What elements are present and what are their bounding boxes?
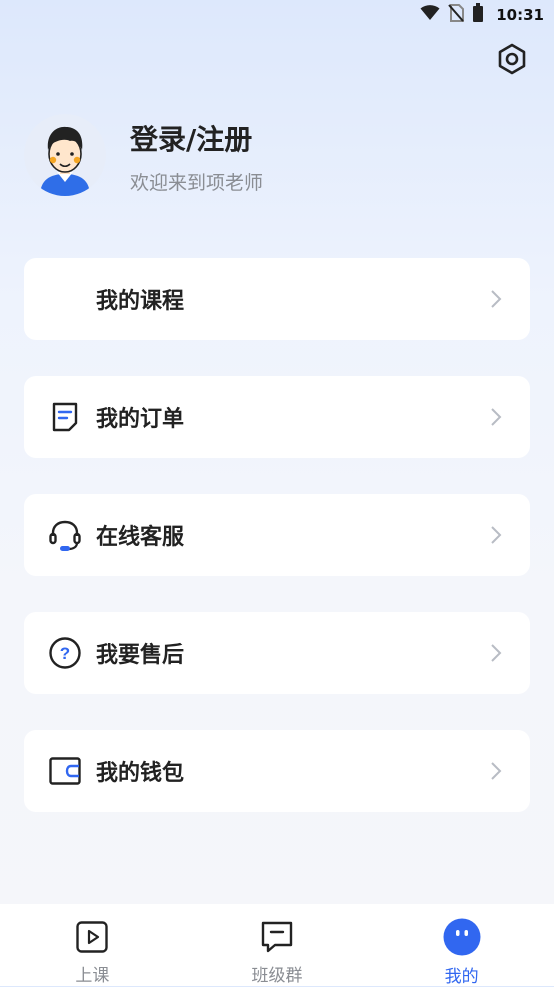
menu-item-online-service[interactable]: 在线客服 (24, 494, 530, 576)
tab-label: 上课 (75, 966, 110, 986)
chevron-right-icon (490, 289, 502, 313)
wifi-icon (420, 5, 440, 25)
login-register-link[interactable]: 登录/注册 (130, 118, 252, 158)
chevron-right-icon (490, 643, 502, 667)
menu-item-label: 我的课程 (96, 289, 185, 314)
tab-label: 班级群 (251, 966, 303, 986)
profile-header: 登录/注册 欢迎来到项老师 (24, 114, 524, 204)
menu-item-label: 我要售后 (96, 643, 185, 668)
order-icon (48, 400, 82, 434)
menu-item-label: 在线客服 (96, 525, 185, 550)
status-time: 10:31 (496, 6, 544, 24)
chevron-right-icon (490, 407, 502, 431)
battery-icon (472, 3, 484, 27)
avatar-illustration (40, 126, 90, 196)
menu-item-wallet[interactable]: 我的钱包 (24, 730, 530, 812)
headset-icon (48, 518, 82, 552)
play-icon (73, 918, 111, 955)
menu-item-label: 我的订单 (96, 407, 185, 432)
bottom-tab-bar: 上课 班级群 我的 (0, 904, 554, 987)
avatar[interactable] (24, 114, 106, 196)
chevron-right-icon (490, 761, 502, 785)
menu-item-my-orders[interactable]: 我的订单 (24, 376, 530, 458)
settings-button[interactable] (493, 42, 531, 80)
welcome-text: 欢迎来到项老师 (130, 172, 264, 194)
profile-face-icon (443, 918, 481, 956)
menu-item-after-sales[interactable]: ? 我要售后 (24, 612, 530, 694)
chevron-right-icon (490, 525, 502, 549)
chat-icon (258, 918, 296, 955)
wallet-icon (48, 754, 82, 788)
menu-item-label: 我的钱包 (96, 761, 185, 786)
svg-text:?: ? (60, 644, 70, 663)
menu-item-my-courses[interactable]: 我的课程 (24, 258, 530, 340)
no-sim-icon (448, 4, 465, 26)
gear-icon (496, 43, 528, 79)
status-bar: 10:31 (0, 0, 554, 30)
course-icon (48, 282, 82, 316)
tab-mine[interactable]: 我的 (369, 904, 554, 987)
tab-label: 我的 (444, 967, 479, 987)
tab-class-group[interactable]: 班级群 (185, 904, 370, 986)
question-icon: ? (48, 636, 82, 670)
tab-class[interactable]: 上课 (0, 904, 185, 986)
